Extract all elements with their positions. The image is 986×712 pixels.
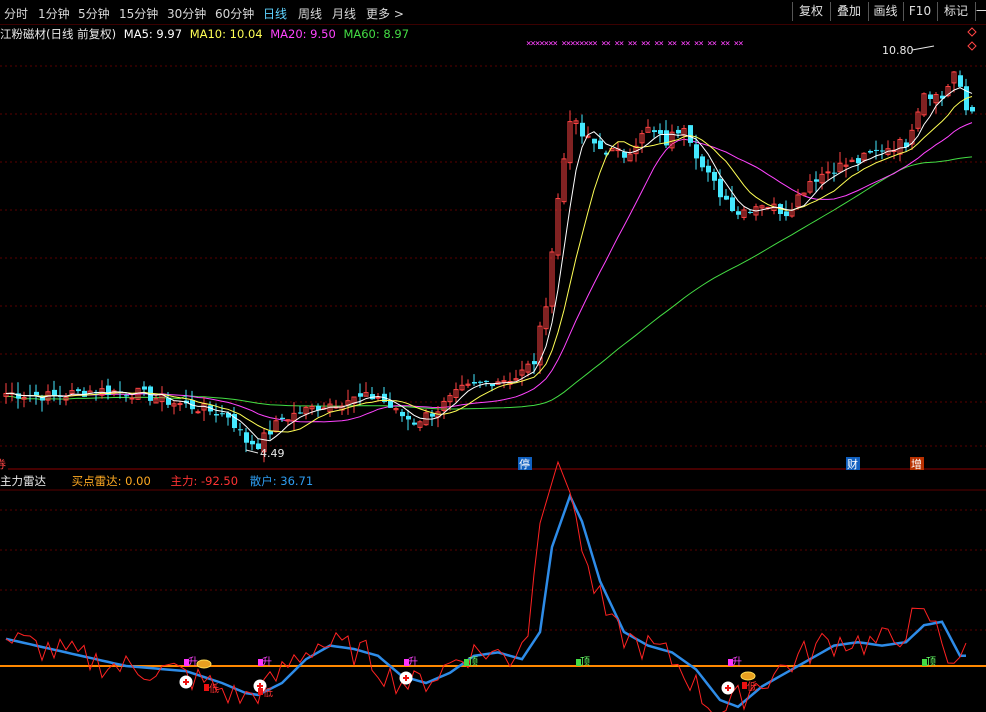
increase-marker: 增 bbox=[911, 457, 922, 471]
ma20-path bbox=[5, 122, 973, 423]
buy-radar-value: 买点雷达: 0.00 bbox=[71, 474, 151, 488]
ma60-value: MA60: 8.97 bbox=[343, 27, 410, 41]
candle-down bbox=[694, 144, 699, 159]
candle-down bbox=[718, 178, 723, 198]
ma5-value: MA5: 9.97 bbox=[123, 27, 183, 41]
high-price-label: 10.80 bbox=[882, 44, 914, 57]
candle-down bbox=[676, 129, 681, 134]
candle-down bbox=[784, 211, 789, 217]
diamond-icon bbox=[967, 41, 977, 51]
candle-down bbox=[880, 150, 885, 152]
candle-down bbox=[400, 411, 405, 417]
candle-down bbox=[124, 395, 129, 397]
candle-down bbox=[250, 440, 255, 445]
candle-down bbox=[52, 389, 57, 396]
candle-down bbox=[358, 393, 363, 397]
ma-legend: 江粉磁材(日线 前复权) MA5: 9.97 MA10: 10.04 MA20:… bbox=[0, 26, 520, 42]
candle-down bbox=[412, 422, 417, 425]
candle-down bbox=[268, 431, 273, 435]
candle-up bbox=[129, 397, 135, 400]
retail-value: 散户: 36.71 bbox=[249, 474, 314, 488]
chart-grid bbox=[0, 65, 986, 631]
low-label: 低 bbox=[209, 682, 219, 695]
candle-down bbox=[592, 138, 597, 144]
candle-down bbox=[34, 391, 39, 396]
candle-down bbox=[76, 389, 81, 392]
candle-down bbox=[724, 195, 729, 200]
left-marker: 券 bbox=[0, 457, 6, 471]
candle-down bbox=[220, 413, 225, 415]
candle-down bbox=[406, 415, 411, 420]
gold-ingot-icon bbox=[196, 659, 212, 669]
top-label: 顶 bbox=[468, 656, 478, 668]
candle-down bbox=[532, 361, 537, 365]
candle-down bbox=[580, 122, 585, 137]
candle-down bbox=[928, 94, 933, 99]
candle-down bbox=[598, 140, 603, 150]
top-label: 顶 bbox=[926, 656, 936, 668]
candle-down bbox=[736, 211, 741, 215]
ma10-value: MA10: 10.04 bbox=[189, 27, 263, 41]
candle-down bbox=[388, 400, 393, 408]
signal-x-row: ××××××× ×××××××× ×× ×× ×× ×× ×× ×× ×× ××… bbox=[526, 39, 743, 49]
candle-down bbox=[874, 149, 879, 151]
candle-down bbox=[856, 158, 861, 164]
stock-title: 江粉磁材(日线 前复权) bbox=[0, 27, 117, 41]
candle-down bbox=[214, 414, 219, 416]
candle-down bbox=[652, 130, 657, 133]
stop-marker: 停 bbox=[519, 457, 530, 471]
candle-down bbox=[472, 382, 477, 384]
candle-down bbox=[958, 75, 963, 87]
candle-down bbox=[244, 432, 249, 443]
low-price-label: 4.49 bbox=[260, 447, 285, 460]
top-label: 顶 bbox=[580, 656, 590, 668]
candle-down bbox=[622, 151, 627, 158]
kline-chart[interactable]: 10.80 4.49 ××××××× ×××××××× ×× ×× ×× ×× ××… bbox=[0, 0, 986, 712]
candle-up bbox=[375, 396, 381, 399]
ma20-line bbox=[5, 122, 973, 423]
candlesticks bbox=[3, 70, 975, 463]
candle-down bbox=[814, 179, 819, 182]
rise-label: 升 bbox=[262, 656, 272, 668]
signal-marks: 10.80 4.49 ××××××× ×××××××× ×× ×× ×× ×× ××… bbox=[0, 27, 977, 471]
candle-down bbox=[832, 172, 837, 174]
candle-down bbox=[478, 381, 483, 383]
indicator-legend: 主力雷达 买点雷达: 0.00 主力: -92.50 散户: 36.71 bbox=[0, 473, 313, 489]
candle-down bbox=[484, 380, 489, 382]
candle-down bbox=[706, 165, 711, 173]
main-force-line bbox=[5, 460, 967, 712]
candle-down bbox=[238, 429, 243, 431]
rise-label: 升 bbox=[408, 656, 418, 668]
candle-down bbox=[712, 171, 717, 181]
indicator-panel: 升 升 升 升 顶 顶 顶低 低 低 bbox=[0, 460, 986, 712]
gold-ingot-icon bbox=[740, 671, 756, 681]
ma20-value: MA20: 9.50 bbox=[270, 27, 336, 41]
candle-down bbox=[970, 107, 975, 112]
candle-down bbox=[658, 130, 663, 134]
rise-label: 升 bbox=[188, 656, 198, 668]
candle-down bbox=[868, 151, 873, 153]
main-force-value: 主力: -92.50 bbox=[170, 474, 239, 488]
candle-down bbox=[142, 386, 147, 390]
retail-line bbox=[5, 492, 966, 709]
candle-down bbox=[280, 417, 285, 420]
low-price-arrow bbox=[245, 449, 259, 454]
candle-up bbox=[177, 403, 183, 406]
candle-up bbox=[825, 171, 831, 174]
high-price-arrow bbox=[911, 45, 935, 51]
candle-up bbox=[195, 411, 201, 414]
candle-down bbox=[430, 413, 435, 417]
diamond-icon bbox=[967, 27, 977, 37]
rise-label: 升 bbox=[732, 656, 742, 668]
candle-down bbox=[700, 156, 705, 168]
candle-down bbox=[688, 125, 693, 143]
finance-marker: 财 bbox=[847, 457, 858, 471]
indicator-title: 主力雷达 bbox=[0, 474, 46, 488]
low-label: 低 bbox=[747, 680, 757, 693]
candle-down bbox=[298, 412, 303, 414]
low-label: 低 bbox=[263, 686, 273, 699]
candle-down bbox=[730, 197, 735, 211]
candle-down bbox=[748, 211, 753, 213]
